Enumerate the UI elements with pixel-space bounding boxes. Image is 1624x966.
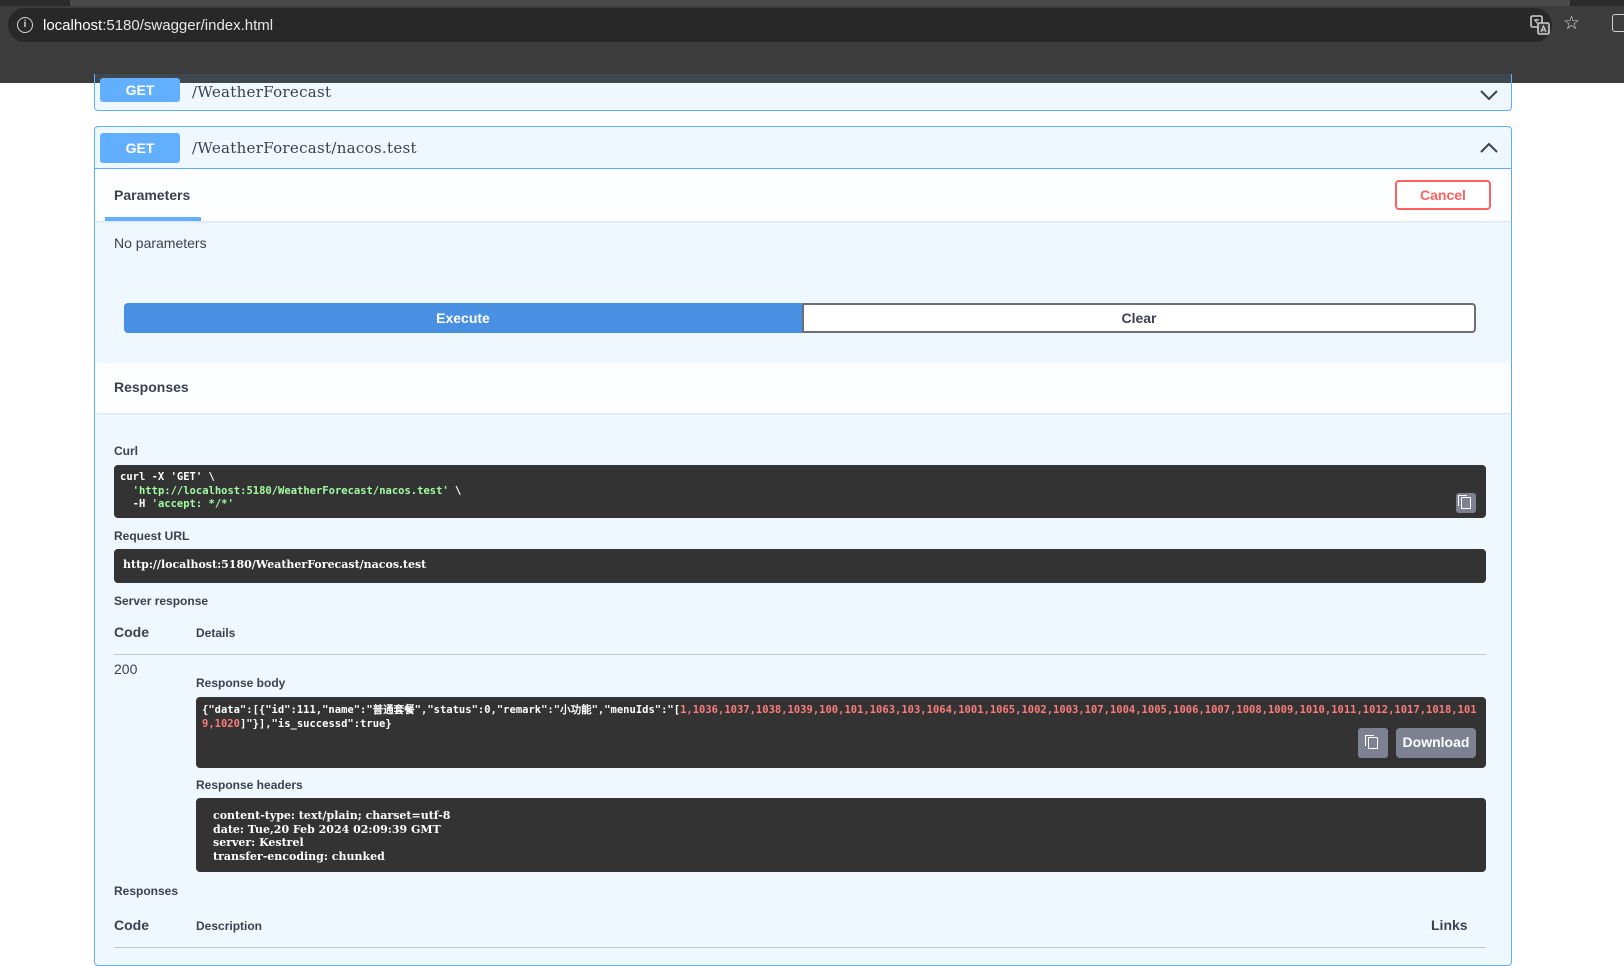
response-body-json: {"data":[{"id":111,"name":"普通套餐","status…	[202, 704, 1480, 731]
operation-summary[interactable]: GET /WeatherForecast	[95, 74, 1511, 110]
chevron-up-icon[interactable]	[1479, 141, 1499, 155]
operation-path: /WeatherForecast/nacos.test	[192, 138, 417, 157]
cancel-button[interactable]: Cancel	[1395, 180, 1491, 210]
site-info-icon[interactable]: i	[17, 17, 33, 33]
url-host: localhost	[43, 16, 103, 34]
url-rest: :5180/swagger/index.html	[102, 16, 274, 34]
header-line: transfer-encoding: chunked	[213, 849, 385, 863]
divider	[114, 654, 1486, 655]
curl-header-string: 'accept: */*'	[151, 498, 234, 510]
execute-button[interactable]: Execute	[124, 303, 802, 333]
description-column-header: Description	[196, 919, 263, 933]
responses-title: Responses	[114, 379, 189, 395]
clear-button[interactable]: Clear	[802, 303, 1476, 333]
curl-line: 'http://localhost:5180/WeatherForecast/n…	[120, 485, 1480, 499]
response-headers-block[interactable]: content-type: text/plain; charset=utf-8 …	[196, 798, 1486, 872]
header-line: server: Kestrel	[213, 836, 304, 849]
address-bar[interactable]: i localhost:5180/swagger/index.html	[8, 8, 1552, 42]
header-line: content-type: text/plain; charset=utf-8	[213, 809, 451, 822]
curl-line: curl -X 'GET' \	[120, 471, 215, 483]
parameters-header: Parameters Cancel	[95, 169, 1511, 221]
download-button[interactable]: Download	[1396, 728, 1476, 758]
bookmark-star-icon[interactable]: ☆	[1563, 12, 1580, 35]
operation-get-nacos-test: GET /WeatherForecast/nacos.test Paramete…	[94, 126, 1512, 966]
details-column-header: Details	[196, 626, 236, 640]
copy-to-clipboard-icon[interactable]	[1456, 493, 1476, 513]
code-column-header: Code	[114, 624, 149, 640]
browser-toolbar: i localhost:5180/swagger/index.html ☆	[0, 0, 1624, 83]
responses-header: Responses	[95, 363, 1511, 413]
request-url-label: Request URL	[114, 529, 190, 543]
curl-url-string: 'http://localhost:5180/WeatherForecast/n…	[132, 484, 449, 497]
json-suffix: ]"}],"is_successd":true}	[239, 717, 392, 730]
address-url[interactable]: localhost:5180/swagger/index.html	[43, 17, 273, 34]
no-parameters-text: No parameters	[114, 235, 207, 251]
curl-line: -H 'accept: */*'	[120, 498, 1480, 512]
response-headers-label: Response headers	[196, 778, 303, 792]
curl-block[interactable]: curl -X 'GET' \ 'http://localhost:5180/W…	[114, 465, 1486, 518]
request-url-block[interactable]: http://localhost:5180/WeatherForecast/na…	[114, 549, 1486, 583]
method-badge: GET	[100, 78, 180, 102]
response-body-block[interactable]: {"data":[{"id":111,"name":"普通套餐","status…	[196, 697, 1486, 768]
operation-path: /WeatherForecast	[192, 83, 332, 101]
server-response-label: Server response	[114, 594, 209, 608]
links-column-header: Links	[1431, 917, 1468, 933]
response-code: 200	[114, 661, 138, 677]
tab-parameters[interactable]: Parameters	[114, 169, 190, 221]
header-line: date: Tue,20 Feb 2024 02:09:39 GMT	[213, 822, 441, 836]
copy-to-clipboard-icon[interactable]	[1358, 728, 1388, 758]
curl-header-flag: -H	[132, 498, 152, 510]
tab-active-underline	[105, 217, 201, 221]
operation-get-weatherforecast[interactable]: GET /WeatherForecast	[94, 74, 1512, 111]
response-body-label: Response body	[196, 676, 286, 690]
code-column-header: Code	[114, 917, 149, 933]
chevron-down-icon[interactable]	[1479, 88, 1499, 102]
divider	[114, 947, 1486, 948]
tab-strip-active	[70, 0, 1570, 6]
method-badge: GET	[100, 132, 180, 163]
responses-table-label: Responses	[114, 884, 179, 898]
json-prefix: {"data":[{"id":111,"name":"普通套餐","status…	[202, 704, 681, 716]
extension-icon[interactable]	[1612, 14, 1624, 32]
operation-summary[interactable]: GET /WeatherForecast/nacos.test	[95, 127, 1511, 169]
curl-label: Curl	[114, 444, 138, 458]
translate-icon[interactable]	[1530, 15, 1550, 35]
curl-line-tail: \	[448, 484, 462, 497]
execute-wrapper: Execute Clear	[124, 303, 1476, 333]
